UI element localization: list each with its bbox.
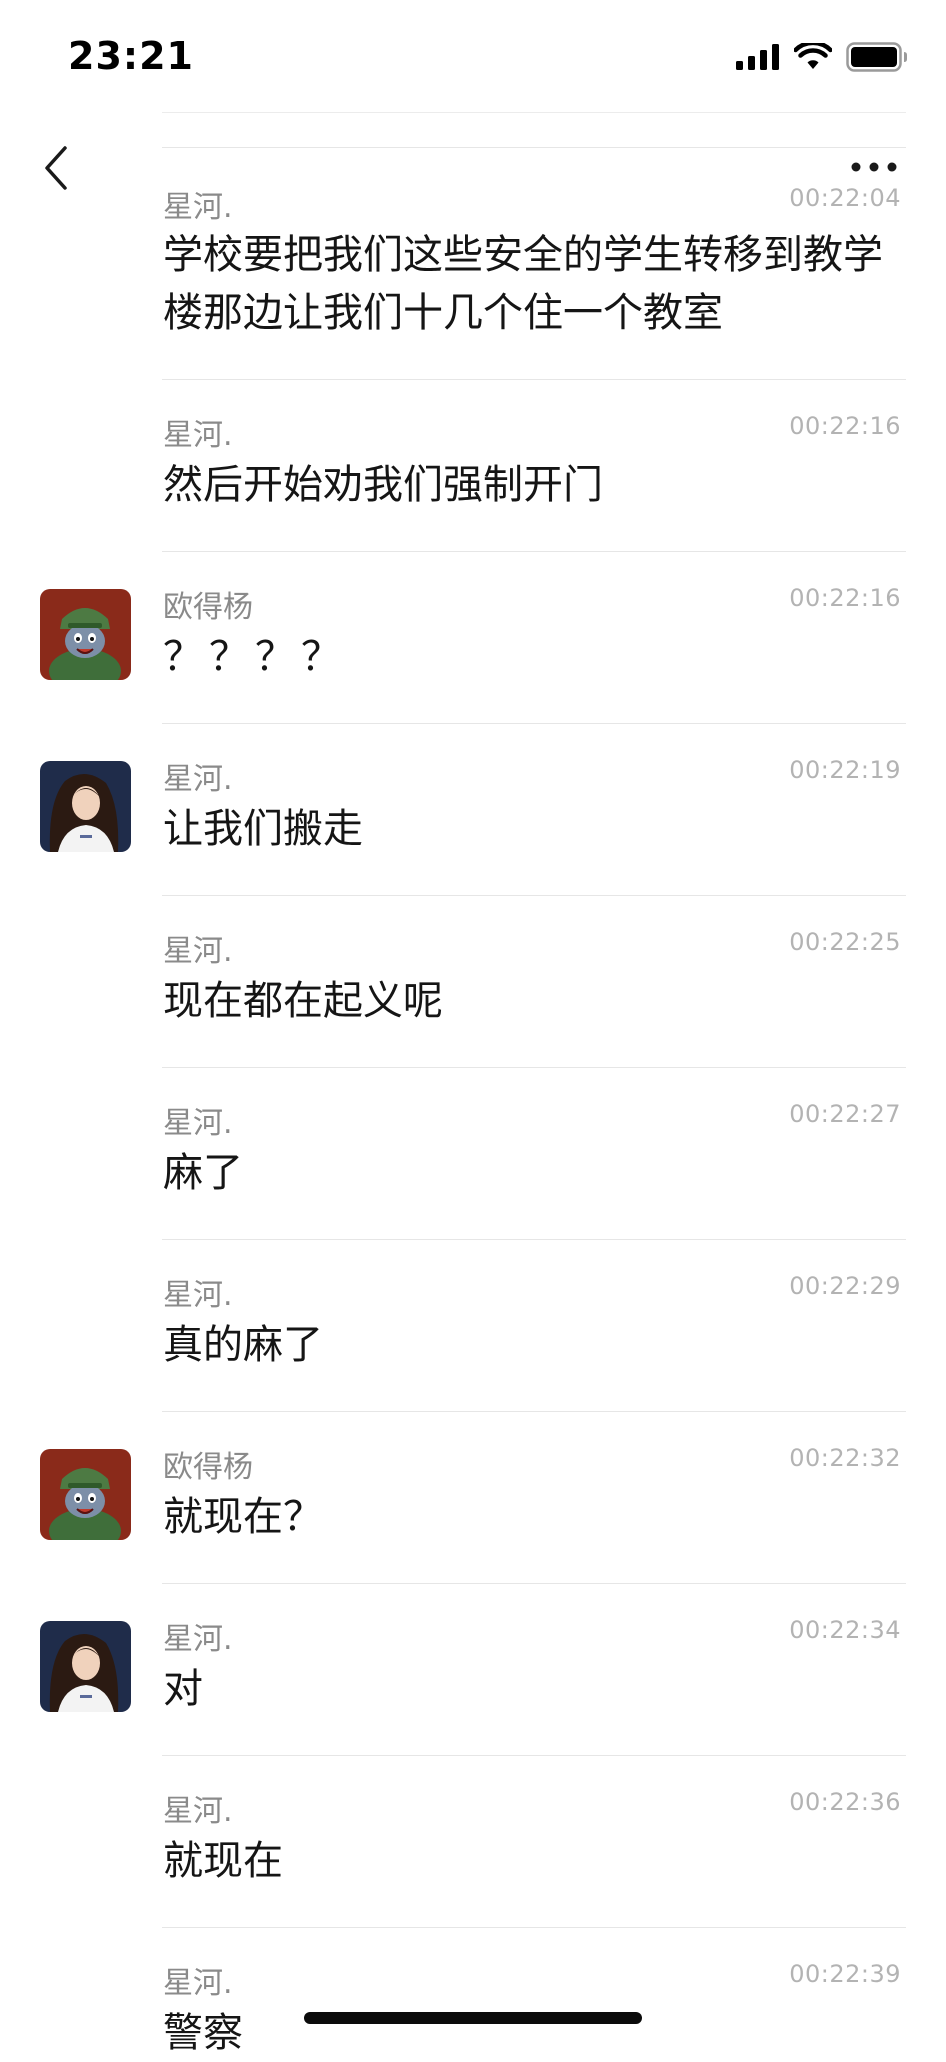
message-time: 00:22:29 — [789, 1272, 901, 1300]
message-time: 00:22:27 — [789, 1100, 901, 1128]
avatar[interactable] — [40, 761, 131, 852]
home-indicator[interactable] — [304, 2012, 642, 2024]
back-button[interactable] — [34, 140, 78, 196]
more-button[interactable] — [846, 150, 902, 184]
sender-name: 星河. — [163, 1622, 233, 1657]
message-text: 真的麻了 — [163, 1322, 323, 1368]
message-text: 对 — [163, 1666, 203, 1712]
message-text: 然后开始劝我们强制开门 — [163, 462, 603, 508]
message-divider — [162, 551, 906, 552]
girl-portrait-avatar — [40, 761, 131, 852]
message-time: 00:22:04 — [789, 184, 901, 212]
message-time: 00:22:39 — [789, 1960, 901, 1988]
chevron-left-icon — [45, 146, 67, 190]
sender-name: 星河. — [163, 1278, 233, 1313]
message-text: 就现在 — [163, 1838, 283, 1884]
cartoon-cat-avatar — [40, 1449, 131, 1540]
battery-icon — [846, 42, 907, 72]
wifi-icon — [794, 43, 832, 69]
status-bar: 23:21 — [0, 0, 946, 112]
message-time: 00:22:32 — [789, 1444, 901, 1472]
message-text: 学校要把我们这些安全的学生转移到教学楼那边让我们十几个住一个教室 — [163, 232, 883, 336]
avatar[interactable] — [40, 1621, 131, 1712]
sender-name: 星河. — [163, 418, 233, 453]
message-divider — [162, 1755, 906, 1756]
message-text: 麻了 — [163, 1150, 243, 1196]
cellular-signal-icon — [736, 44, 779, 70]
message-time: 00:22:25 — [789, 928, 901, 956]
sender-name: 欧得杨 — [163, 590, 253, 625]
sender-name: 星河. — [163, 1966, 233, 2001]
avatar[interactable] — [40, 1449, 131, 1540]
message-divider — [162, 1411, 906, 1412]
sender-name: 欧得杨 — [163, 1450, 253, 1485]
sender-name: 星河. — [163, 934, 233, 969]
message-text: 让我们搬走 — [163, 806, 363, 852]
message-time: 00:22:19 — [789, 756, 901, 784]
girl-portrait-avatar — [40, 1621, 131, 1712]
status-icons — [736, 42, 908, 72]
cartoon-cat-avatar — [40, 589, 131, 680]
message-divider — [162, 1239, 906, 1240]
sender-name: 星河. — [163, 190, 233, 225]
status-time: 23:21 — [68, 34, 194, 78]
message-divider — [162, 1927, 906, 1928]
header-divider — [162, 147, 906, 148]
message-divider — [162, 1067, 906, 1068]
message-text: 现在都在起义呢 — [163, 978, 443, 1024]
top-divider — [162, 112, 906, 113]
avatar[interactable] — [40, 589, 131, 680]
ellipsis-icon — [851, 162, 897, 172]
sender-name: 星河. — [163, 1794, 233, 1829]
sender-name: 星河. — [163, 1106, 233, 1141]
message-divider — [162, 379, 906, 380]
message-time: 00:22:34 — [789, 1616, 901, 1644]
message-text: ？？？？ — [163, 634, 347, 680]
message-time: 00:22:16 — [789, 412, 901, 440]
message-divider — [162, 895, 906, 896]
message-time: 00:22:36 — [789, 1788, 901, 1816]
message-divider — [162, 1583, 906, 1584]
message-time: 00:22:16 — [789, 584, 901, 612]
message-divider — [162, 723, 906, 724]
sender-name: 星河. — [163, 762, 233, 797]
message-text: 就现在？ — [163, 1494, 323, 1540]
